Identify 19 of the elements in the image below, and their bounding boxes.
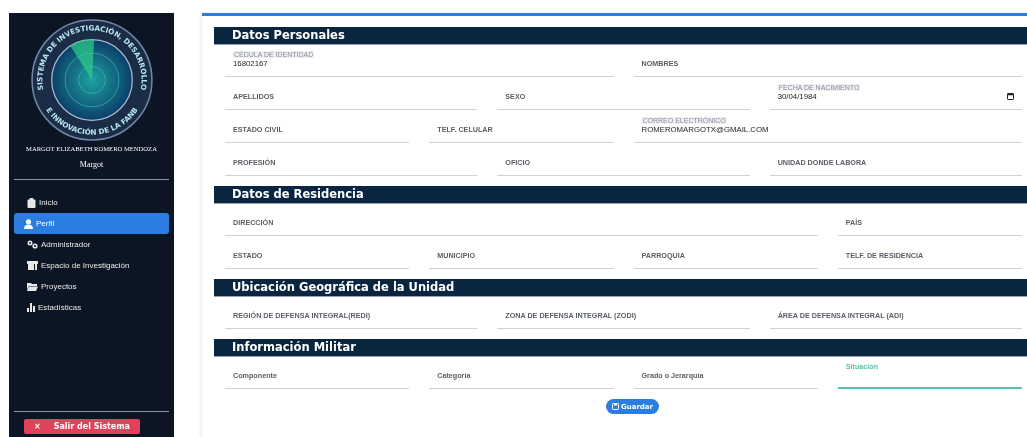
nav-item[interactable]: Perfil	[14, 213, 169, 234]
section-header: Datos Personales	[214, 27, 1027, 44]
calendar-icon[interactable]	[1007, 93, 1014, 100]
nav-item[interactable]: Estadísticas	[14, 297, 169, 318]
section-header: Datos de Residencia	[214, 186, 1027, 203]
nav-item[interactable]: Administrador	[14, 234, 169, 255]
store-icon	[27, 261, 38, 270]
nav-item[interactable]: Proyectos	[14, 276, 169, 297]
nav-item[interactable]: Espacio de Investigación	[14, 255, 169, 276]
clipboard-icon	[27, 197, 36, 208]
logout-button[interactable]: × Salir del Sistema	[24, 419, 140, 434]
folder-icon	[27, 282, 38, 291]
user-icon	[24, 218, 33, 229]
username: Margot	[79, 160, 104, 169]
section-header: Información Militar	[214, 339, 1027, 356]
section-header: Ubicación Geográfica de la Unidad	[214, 279, 1027, 296]
nav-item[interactable]: Inicio	[14, 192, 169, 213]
bar-chart-icon	[27, 303, 35, 312]
gears-icon	[27, 240, 38, 249]
